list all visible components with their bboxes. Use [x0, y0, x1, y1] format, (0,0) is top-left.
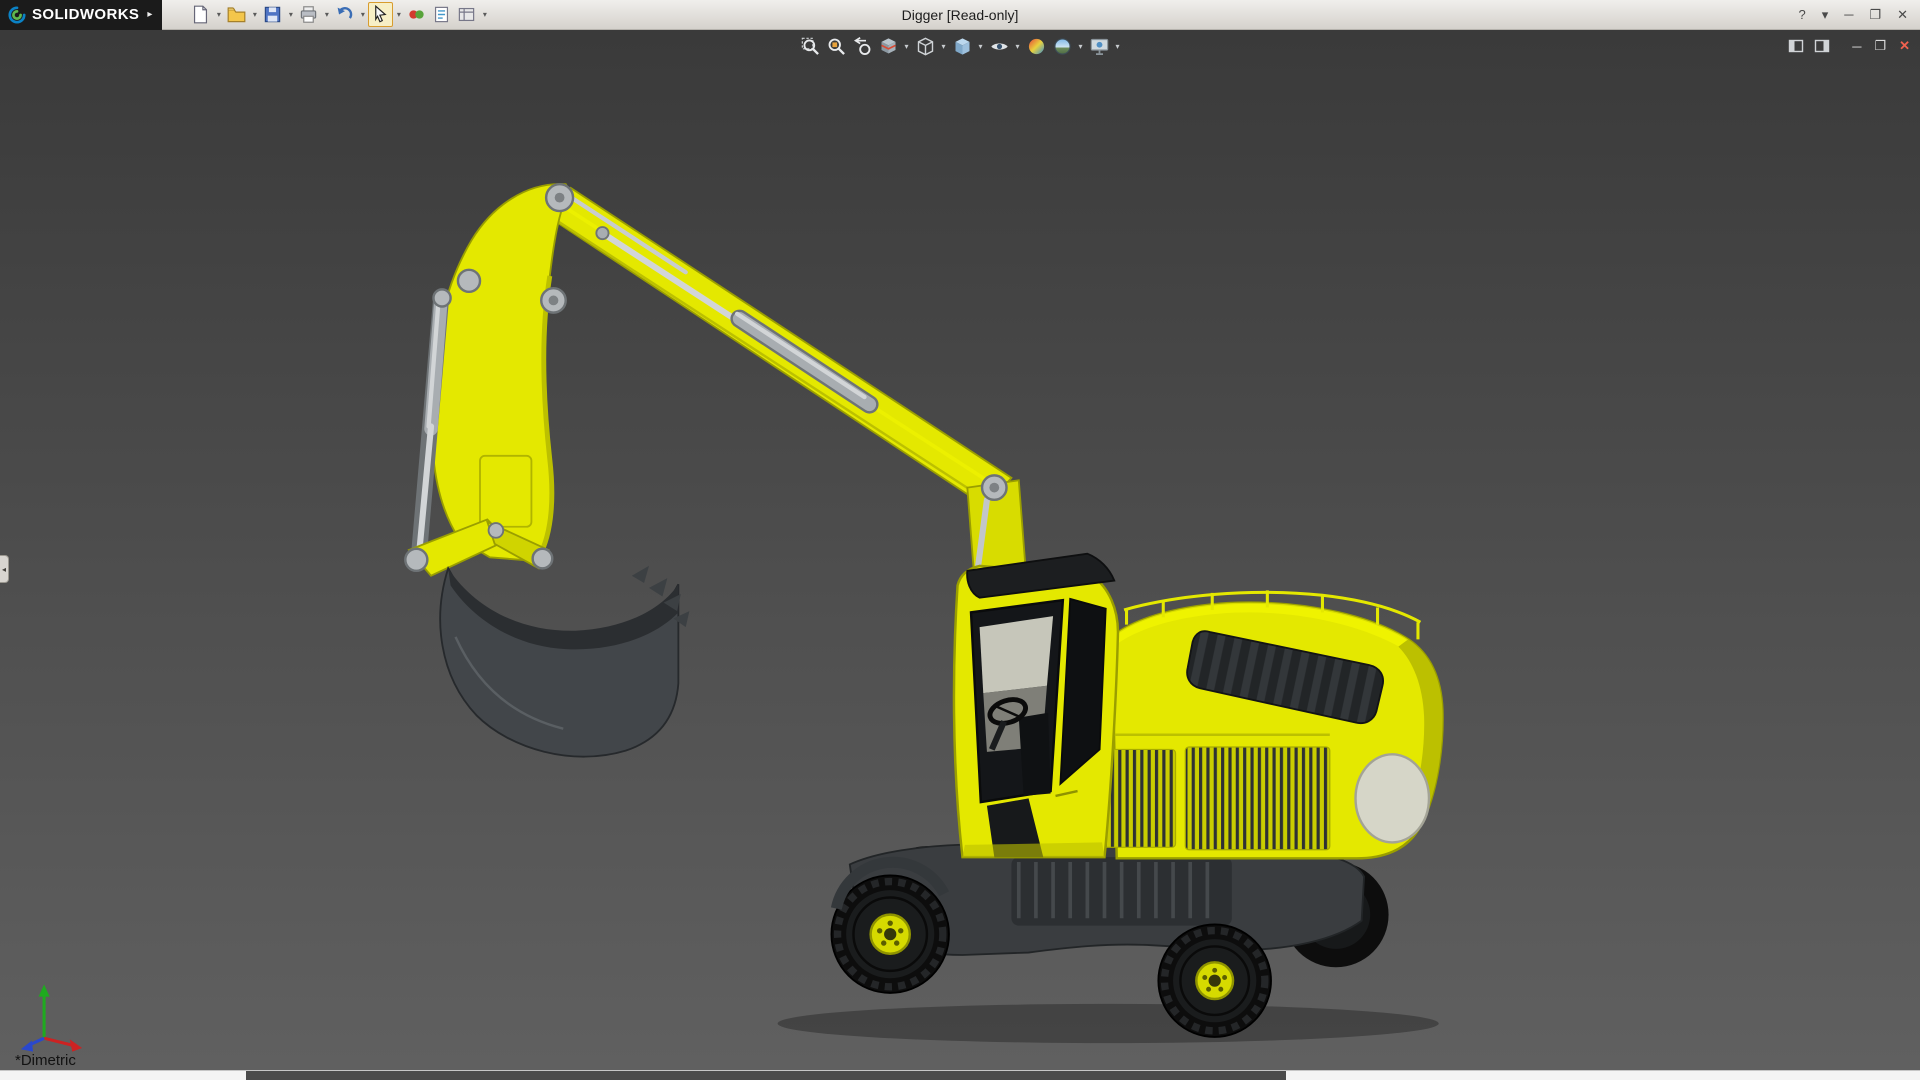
3d-model-digger[interactable]: [0, 30, 1920, 1070]
view-orientation-dropdown-icon[interactable]: ▾: [938, 42, 949, 51]
options-icon[interactable]: [454, 2, 479, 27]
featuremanager-splitter-arrow[interactable]: ◂: [0, 555, 9, 583]
quick-access-toolbar: ▾ ▾ ▾ ▾ ▾ ▾ ▾: [188, 2, 490, 27]
undo-icon[interactable]: [332, 2, 357, 27]
section-view-icon[interactable]: [875, 33, 901, 59]
excavator-cab[interactable]: [954, 554, 1118, 857]
new-document-icon[interactable]: [188, 2, 213, 27]
status-bar: [0, 1070, 1920, 1080]
solidworks-logo-icon: [8, 6, 26, 24]
file-properties-icon[interactable]: [429, 2, 454, 27]
display-pane-toggle-icon[interactable]: [1813, 37, 1831, 55]
xpress-products-icon[interactable]: [404, 2, 429, 27]
featuremanager-pane-toggle-icon[interactable]: [1787, 37, 1805, 55]
excavator-body[interactable]: [1090, 590, 1443, 858]
document-window-controls: ─ ❐ ✕: [1787, 37, 1910, 55]
document-restore-button[interactable]: ❐: [1874, 38, 1886, 54]
display-style-icon[interactable]: [949, 33, 975, 59]
open-document-dropdown-icon[interactable]: ▾: [249, 10, 260, 19]
window-controls: ? ▾ ─ ❐ ✕: [1798, 8, 1920, 21]
document-minimize-button[interactable]: ─: [1852, 39, 1861, 54]
apply-scene-icon[interactable]: [1049, 33, 1075, 59]
brand-label: SOLIDWORKS: [32, 6, 139, 23]
title-bar: SOLIDWORKS ▸ ▾▾▾▾▾▾▾ Digger [Read-only] …: [0, 0, 1920, 30]
view-settings-icon[interactable]: [1086, 33, 1112, 59]
hide-show-items-icon[interactable]: [986, 33, 1012, 59]
status-bar-middle: [246, 1071, 1287, 1080]
graphics-viewport[interactable]: ▾ ▾ ▾ ▾ ▾ ▾ ─ ❐ ✕ ◂ *Dimetric: [0, 30, 1920, 1070]
solidworks-window: SOLIDWORKS ▸ ▾▾▾▾▾▾▾ Digger [Read-only] …: [0, 0, 1920, 1080]
pane-toggles: [1787, 37, 1831, 55]
print-dropdown-icon[interactable]: ▾: [321, 10, 332, 19]
hide-show-items-dropdown-icon[interactable]: ▾: [1012, 42, 1023, 51]
orientation-triad: [21, 984, 82, 1051]
view-orientation-label: *Dimetric: [15, 1052, 76, 1069]
close-button[interactable]: ✕: [1897, 8, 1908, 21]
zoom-to-area-icon[interactable]: [823, 33, 849, 59]
view-orientation-icon[interactable]: [912, 33, 938, 59]
options-dropdown-icon[interactable]: ▾: [479, 10, 490, 19]
status-bar-right: [1286, 1071, 1920, 1080]
help-dropdown-icon[interactable]: ▾: [1822, 8, 1829, 21]
excavator-arm[interactable]: [405, 184, 1011, 576]
document-close-button[interactable]: ✕: [1899, 38, 1910, 54]
section-view-dropdown-icon[interactable]: ▾: [901, 42, 912, 51]
excavator-wheel-front-left[interactable]: [831, 875, 949, 992]
zoom-to-fit-icon[interactable]: [797, 33, 823, 59]
apply-scene-dropdown-icon[interactable]: ▾: [1075, 42, 1086, 51]
menu-expand-icon[interactable]: ▸: [147, 9, 152, 20]
undo-dropdown-icon[interactable]: ▾: [357, 10, 368, 19]
heads-up-view-toolbar: ▾ ▾ ▾ ▾ ▾ ▾: [797, 33, 1123, 59]
print-icon[interactable]: [296, 2, 321, 27]
view-settings-dropdown-icon[interactable]: ▾: [1112, 42, 1123, 51]
edit-appearance-icon[interactable]: [1023, 33, 1049, 59]
select-tool-dropdown-icon[interactable]: ▾: [393, 10, 404, 19]
document-title: Digger [Read-only]: [902, 7, 1019, 23]
solidworks-menu-button[interactable]: SOLIDWORKS ▸: [0, 0, 162, 30]
open-document-icon[interactable]: [224, 2, 249, 27]
excavator-wheel-front-right[interactable]: [1158, 924, 1271, 1037]
select-tool-icon[interactable]: [368, 2, 393, 27]
minimize-button[interactable]: ─: [1844, 8, 1853, 21]
save-dropdown-icon[interactable]: ▾: [285, 10, 296, 19]
maximize-button[interactable]: ❐: [1869, 8, 1881, 21]
help-button[interactable]: ?: [1798, 8, 1805, 21]
status-bar-left: [0, 1071, 246, 1080]
model-shadow: [778, 1004, 1439, 1043]
previous-view-icon[interactable]: [849, 33, 875, 59]
save-icon[interactable]: [260, 2, 285, 27]
display-style-dropdown-icon[interactable]: ▾: [975, 42, 986, 51]
excavator-bucket[interactable]: [440, 566, 689, 757]
new-document-dropdown-icon[interactable]: ▾: [213, 10, 224, 19]
